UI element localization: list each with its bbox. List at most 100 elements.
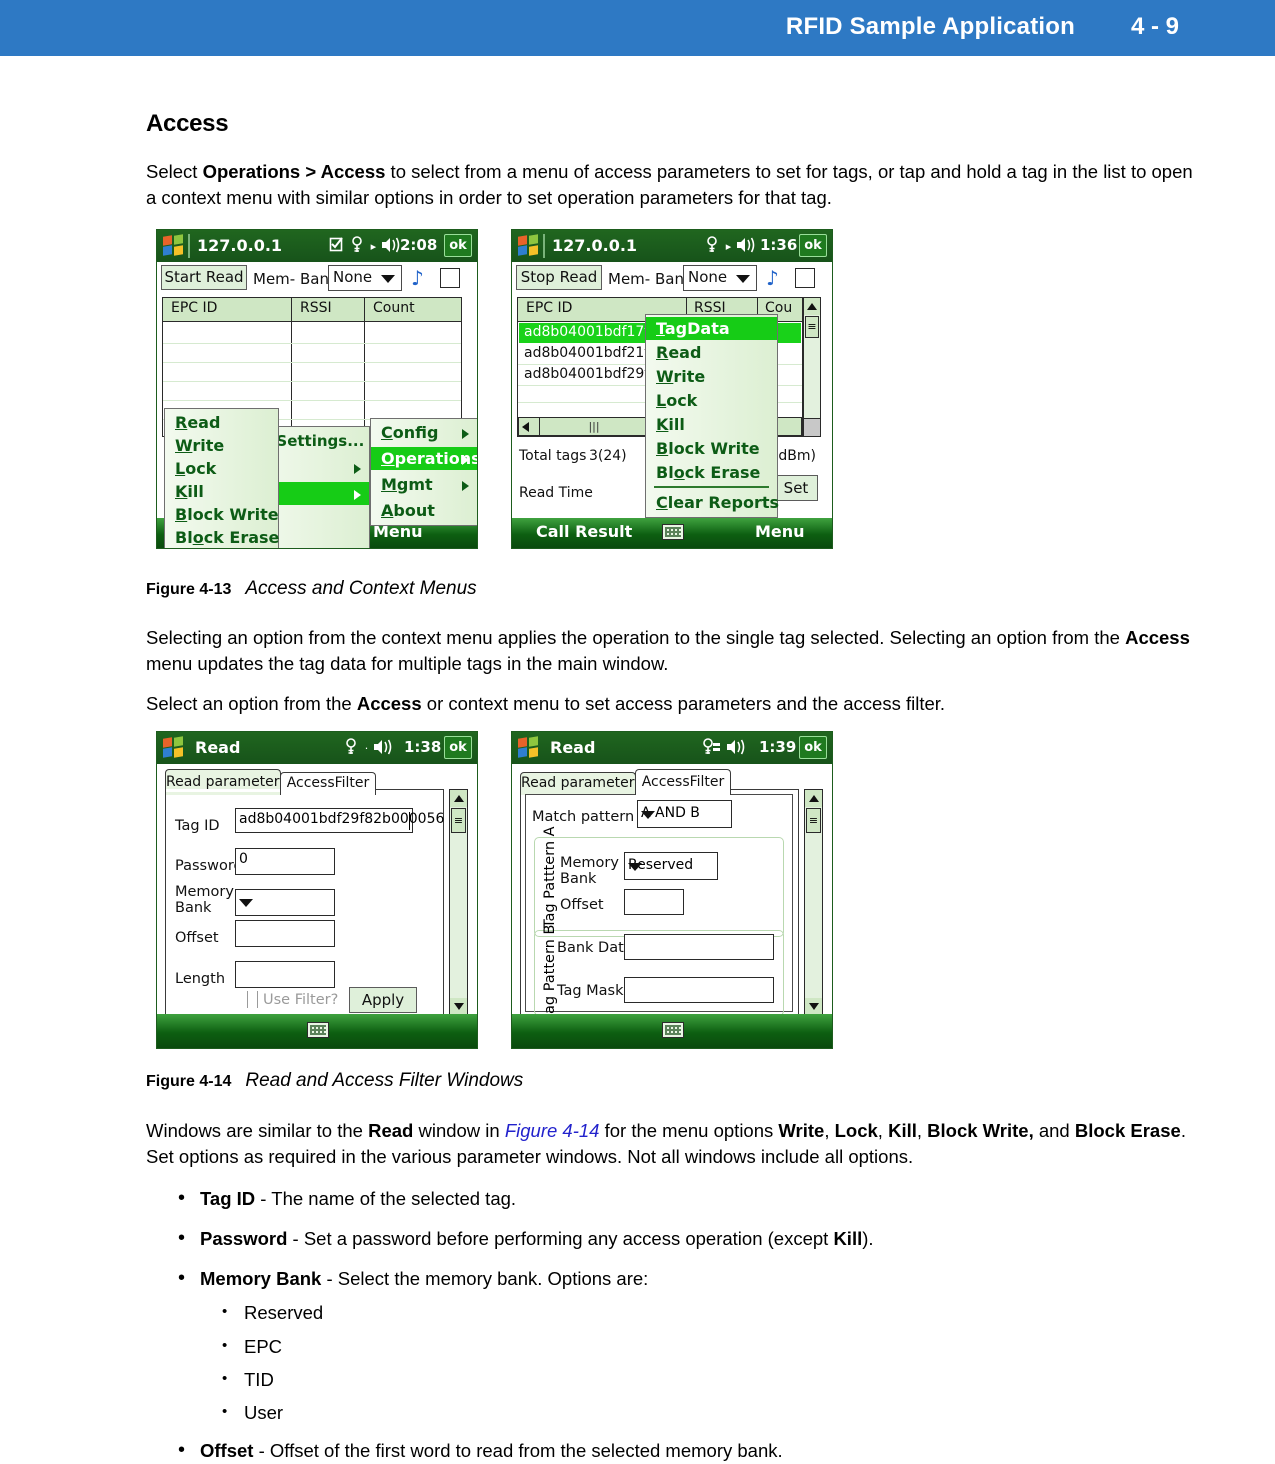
tag-id-input[interactable]: ad8b04001bdf29f82b000056 <box>235 808 444 833</box>
menu-item-config[interactable]: Config <box>371 421 477 444</box>
apply-button[interactable]: Apply <box>349 987 417 1013</box>
s3-status-icons: · <box>345 738 393 756</box>
screenshot-access-context-menus-right: 127.0.0.1 ▸ 1:36 ok Stop Read Mem- Bank … <box>511 229 833 549</box>
s1-toolbar: Start Read Mem- Bank None ♪ <box>157 262 477 296</box>
bank-data-input[interactable] <box>624 934 774 960</box>
scroll-down-arrow-icon[interactable] <box>805 998 822 1015</box>
speaker-icon <box>726 739 745 755</box>
context-menu-item-read[interactable]: Read <box>165 411 278 434</box>
titlebar-divider <box>543 234 545 258</box>
start-read-button[interactable]: Start Read <box>161 265 247 290</box>
context-menu-item-tagdata[interactable]: TagData <box>646 317 777 340</box>
p3-read-bold: Read <box>368 1120 414 1141</box>
table-row[interactable]: ad8b04001bdf21f9 <box>524 345 658 361</box>
scroll-down-arrow-icon[interactable] <box>450 998 467 1015</box>
vscroll-thumb[interactable]: ≡ <box>805 316 819 338</box>
figure-4-14-title: Read and Access Filter Windows <box>245 1070 524 1091</box>
column-header-epc-id: EPC ID <box>526 300 573 316</box>
mem-bank-combo[interactable]: None <box>683 265 757 291</box>
s3-ok-button[interactable]: ok <box>444 736 472 759</box>
menu-item-mgmt[interactable]: Mgmt <box>371 473 477 496</box>
s2-vscrollbar[interactable]: ≡ <box>803 297 821 437</box>
table-row[interactable]: ad8b04001bdf17f8 <box>524 324 658 340</box>
mem-bank-label: Mem- Bank <box>608 270 693 288</box>
field-label-length: Length <box>175 971 226 987</box>
context-menu-item-block-write[interactable]: Block Write <box>165 503 279 526</box>
s2-ok-button[interactable]: ok <box>799 234 827 257</box>
password-input[interactable]: 0 <box>235 848 335 875</box>
context-menu-item-read[interactable]: Read <box>646 341 777 364</box>
softkey-menu[interactable]: Menu <box>755 522 805 541</box>
s1-context-menu[interactable]: Read Write Lock Kill Block Write Block E… <box>164 408 279 548</box>
memory-bank-combo[interactable] <box>235 889 335 916</box>
context-menu-item-kill[interactable]: Kill <box>646 413 777 436</box>
memory-bank-combo-a[interactable]: Reserved <box>624 852 718 880</box>
s2-titlebar: 127.0.0.1 ▸ 1:36 ok <box>512 230 832 262</box>
stop-read-button[interactable]: Stop Read <box>516 265 602 290</box>
vscroll-thumb[interactable]: ≡ <box>451 808 466 833</box>
sound-checkbox[interactable] <box>795 268 815 288</box>
menu-item-operations[interactable]: Operations <box>371 447 477 470</box>
context-menu-item-block-erase[interactable]: Block Erase <box>165 526 279 548</box>
p2-bold: Access <box>356 693 422 714</box>
match-pattern-combo[interactable]: A AND B <box>637 800 732 828</box>
s2-context-menu[interactable]: TagData Read Write Lock Kill Block Write… <box>645 314 779 518</box>
context-menu-item-lock[interactable]: Lock <box>165 457 278 480</box>
s3-vscrollbar[interactable]: ≡ <box>449 789 468 1016</box>
scroll-up-arrow-icon[interactable] <box>450 790 467 807</box>
keyboard-icon[interactable] <box>662 524 684 540</box>
context-menu-item-write[interactable]: Write <box>646 365 777 388</box>
s1-ok-button[interactable]: ok <box>444 234 472 257</box>
table-row[interactable]: ad8b04001bdf29f8 <box>524 366 658 382</box>
grid-divider-2 <box>364 298 365 436</box>
s1-main-menu[interactable]: Config Operations Mgmt About <box>370 418 477 526</box>
s4-vscrollbar[interactable]: ≡ <box>804 789 823 1016</box>
list-item-password: • Password - Set a password before perfo… <box>178 1226 1178 1252</box>
keyboard-icon[interactable] <box>307 1022 329 1038</box>
tab-access-filter[interactable]: AccessFilter <box>280 772 376 795</box>
context-menu-item-write[interactable]: Write <box>165 434 278 457</box>
tab-read-parameters[interactable]: Read parameters <box>520 772 642 795</box>
chevron-down-icon <box>641 811 655 819</box>
mem-bank-combo[interactable]: None <box>328 265 402 291</box>
read-time-label: Read Time <box>519 485 593 501</box>
offset-input-a[interactable] <box>624 889 684 915</box>
context-menu-item-lock[interactable]: Lock <box>646 389 777 412</box>
s1-grid-header: EPC ID RSSI Count <box>163 298 461 322</box>
length-input[interactable] <box>235 961 335 988</box>
s3-titlebar: Read · 1:38 ok <box>157 732 477 764</box>
context-menu-item-kill[interactable]: Kill <box>165 480 278 503</box>
softkey-call-result[interactable]: Call Result <box>536 522 632 541</box>
context-menu-item-block-erase[interactable]: Block Erase <box>646 461 777 484</box>
keyboard-icon[interactable] <box>662 1022 684 1038</box>
p1-bold: Access <box>1125 627 1190 648</box>
scroll-up-arrow-icon[interactable] <box>805 790 822 807</box>
grid-rowline <box>163 400 461 401</box>
screenshot-read-parameters-window: Read · 1:38 ok Read parameters AccessFil… <box>156 731 478 1049</box>
sound-checkbox[interactable] <box>440 268 460 288</box>
offset-input[interactable] <box>235 920 335 947</box>
s4-ok-button[interactable]: ok <box>799 736 827 759</box>
figure-4-13-caption: Figure 4-13 Access and Context Menus <box>146 578 477 600</box>
menu-item-about[interactable]: About <box>371 499 477 522</box>
bullet-dot-icon: • <box>178 1267 186 1289</box>
context-menu-item-clear-reports[interactable]: Clear Reports <box>646 491 779 514</box>
vscroll-thumb[interactable]: ≡ <box>806 808 821 833</box>
tag-id-value: ad8b04001bdf29f82b000056 <box>239 811 445 827</box>
tab-seam <box>166 789 280 792</box>
music-note-icon[interactable]: ♪ <box>766 266 779 290</box>
scroll-up-arrow-icon[interactable] <box>804 298 820 315</box>
hscroll-thumb[interactable]: ||| <box>539 418 649 435</box>
bullet-desc-tag-id: - The name of the selected tag. <box>255 1188 517 1209</box>
figure-4-14-link[interactable]: Figure 4-14 <box>505 1120 600 1141</box>
list-item-tag-id: • Tag ID - The name of the selected tag. <box>178 1186 1178 1212</box>
set-button[interactable]: Set <box>774 475 818 501</box>
windows-logo-icon <box>163 736 185 758</box>
music-note-icon[interactable]: ♪ <box>411 266 424 290</box>
arrow-right-icon: ▸ <box>725 240 732 253</box>
tag-mask-input[interactable] <box>624 977 774 1003</box>
bullet-dot-icon: • <box>178 1187 186 1209</box>
context-menu-item-block-write[interactable]: Block Write <box>646 437 777 460</box>
arrow-left-icon[interactable] <box>522 422 529 432</box>
figure-4-13-number: Figure 4-13 <box>146 581 232 598</box>
